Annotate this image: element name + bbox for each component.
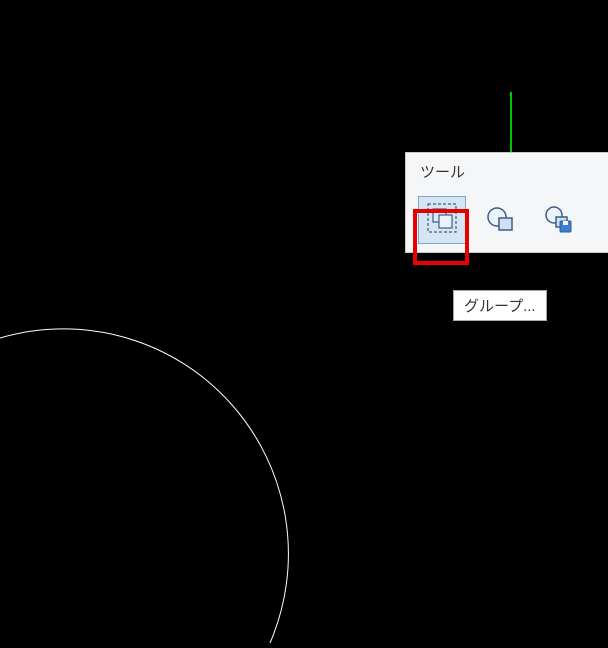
tools-panel: ツール <box>405 152 608 253</box>
panel-toolbar <box>406 190 608 252</box>
panel-title: ツール <box>406 153 608 190</box>
circle-tool-button[interactable] <box>476 196 524 244</box>
drawing-canvas[interactable] <box>0 0 608 643</box>
y-axis-indicator <box>510 92 512 152</box>
save-shape-icon <box>543 203 573 238</box>
tooltip-text: グループ... <box>464 298 536 315</box>
tooltip: グループ... <box>453 290 547 321</box>
group-button[interactable] <box>418 196 466 244</box>
group-icon <box>427 203 457 238</box>
save-shape-button[interactable] <box>534 196 582 244</box>
circle-overlap-icon <box>485 203 515 238</box>
circle-arc <box>0 329 288 643</box>
